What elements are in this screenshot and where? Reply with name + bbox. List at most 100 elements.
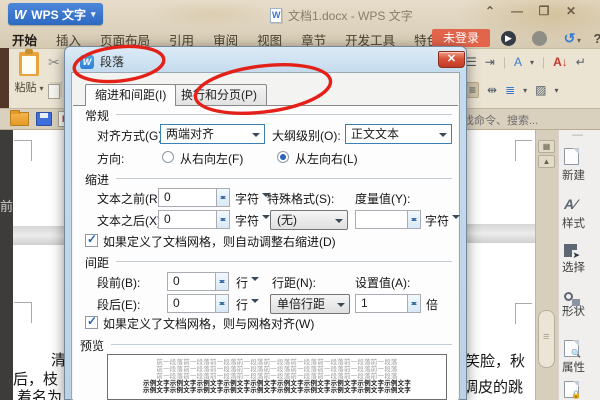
justify-icon[interactable]: ≡ [466, 82, 480, 98]
styles-icon: A⁄ [564, 196, 577, 212]
undo-skin-icon[interactable]: ↺ [562, 31, 577, 46]
set-value-unit: 倍 [426, 298, 439, 312]
sidebar-item-shapes[interactable]: 形状 [562, 292, 600, 319]
indent-after-unit[interactable]: 字符 [235, 212, 270, 229]
distribute-icon[interactable]: ⇹ [487, 83, 497, 97]
spinner-buttons[interactable] [407, 295, 420, 312]
measure-label: 度量值(Y): [355, 192, 411, 206]
measure-unit[interactable]: 字符 [425, 212, 460, 229]
tab-home[interactable]: 开始 [10, 29, 39, 50]
snap-to-grid-label[interactable]: 如果定义了文档网格，则与网格对齐(W) [103, 315, 314, 332]
indent-before-unit[interactable]: 字符 [235, 190, 270, 207]
ltr-radio-label[interactable]: 从左向右(L) [295, 150, 358, 167]
help-icon[interactable]: ? [590, 31, 600, 46]
group-divider [116, 261, 452, 262]
line-spacing-icon[interactable]: ≣ [505, 83, 515, 97]
group-label-spacing: 间距 [85, 256, 110, 270]
body-text-line: 笑脸，秋 [465, 354, 526, 370]
margin-corner-mark [515, 140, 532, 161]
cut-icon[interactable]: ✂ [48, 54, 60, 71]
restrict-icon: 🔒 [564, 381, 581, 399]
space-before-unit[interactable]: 行 [236, 274, 259, 291]
special-format-dropdown[interactable]: (无) [270, 210, 348, 230]
tab-indents-and-spacing[interactable]: 缩进和间距(I) [85, 84, 177, 106]
wps-dialog-icon: W [80, 54, 94, 69]
spinner-buttons[interactable] [216, 189, 229, 206]
spinner-buttons[interactable] [215, 295, 228, 312]
spinner-buttons[interactable] [216, 211, 229, 228]
outline-level-dropdown[interactable]: 正文文本 [345, 124, 452, 144]
indent-after-input[interactable]: 0 [158, 210, 230, 229]
set-value-label: 设置值(A): [355, 276, 411, 290]
chevron-down-icon [337, 303, 345, 311]
open-folder-icon[interactable] [10, 110, 29, 126]
login-button[interactable]: 未登录 [432, 29, 490, 47]
select-icon [564, 244, 580, 261]
sidebar-item-properties[interactable]: 🔍 属性 [562, 340, 600, 375]
chevron-down-icon [252, 133, 260, 141]
list-icon[interactable]: ☰ [466, 55, 477, 69]
space-after-input[interactable]: 0 [167, 294, 229, 313]
copy-icon[interactable] [48, 84, 60, 99]
group-divider [111, 344, 452, 345]
paste-button[interactable]: 粘贴 ▾ [12, 49, 46, 106]
collapse-ribbon-icon[interactable]: ⌃ [481, 4, 499, 18]
indent-icon[interactable]: ⇥ [485, 55, 495, 69]
document-title: W 文档1.docx - WPS 文字 [270, 8, 413, 23]
command-search-input[interactable]: 找命令、搜索... [463, 112, 538, 128]
chevron-down-icon: ▾ [39, 84, 44, 93]
spinner-buttons[interactable] [215, 273, 228, 290]
paragraph-tools-row1: ☰ ⇥ | A ▾ | A↓ ↵ [466, 55, 586, 69]
snap-to-grid-checkbox[interactable]: ✓ [85, 314, 98, 329]
preview-line: 前一段落前一段落前一段落前一段落前一段落前一段落前一段落前一段落前一段落 [156, 373, 398, 380]
space-before-label: 段前(B): [97, 276, 141, 290]
space-before-input[interactable]: 0 [167, 272, 229, 291]
tab-line-and-page-breaks[interactable]: 换行和分页(P) [171, 84, 267, 105]
line-spacing-dropdown[interactable]: 单倍行距 [270, 294, 350, 314]
margin-corner-mark [515, 303, 532, 324]
auto-adjust-indent-checkbox[interactable]: ✓ [85, 232, 98, 247]
sidebar-item-restrict[interactable]: 🔒 限制 [562, 381, 600, 400]
spinner-buttons[interactable] [407, 211, 420, 228]
sort-icon[interactable]: A↓ [553, 55, 568, 69]
wallpaper-decor [150, 0, 270, 28]
clipped-glyph: 前 [0, 199, 14, 214]
wps-app-button[interactable]: W WPS 文字 ▾ [8, 3, 104, 25]
group-label-preview: 预览 [80, 339, 105, 353]
preview-box: 前一段落前一段落前一段落前一段落前一段落前一段落前一段落前一段落前一段落 前一段… [107, 354, 447, 400]
app-name: WPS 文字 [31, 7, 86, 22]
sidebar-item-select[interactable]: 选择 [562, 244, 600, 275]
outline-level-label: 大纲级别(O): [272, 129, 341, 143]
indent-before-input[interactable]: 0 [158, 188, 230, 207]
group-label-indent: 缩进 [85, 173, 110, 187]
dialog-close-button[interactable]: ✕ [438, 51, 465, 68]
save-icon[interactable] [36, 112, 52, 126]
minimize-icon[interactable]: — [508, 4, 526, 18]
auto-adjust-indent-label[interactable]: 如果定义了文档网格，则自动调整右缩进(D) [103, 233, 336, 250]
paragraph-mark-icon[interactable]: ↵ [576, 55, 586, 69]
ltr-radio[interactable] [277, 151, 289, 163]
read-mode-icon[interactable]: ▦ [538, 140, 555, 153]
wps-logo-icon: W [14, 6, 27, 22]
play-icon[interactable]: ▶ [501, 31, 516, 46]
rtl-radio-label[interactable]: 从右向左(F) [180, 150, 243, 167]
scrollbar-thumb[interactable] [538, 310, 555, 368]
rtl-radio[interactable] [162, 151, 174, 163]
preview-line: 前一段落前一段落前一段落前一段落前一段落前一段落前一段落前一段落前一段落 [156, 366, 398, 373]
status-circle-icon[interactable] [532, 31, 547, 46]
close-icon[interactable]: ✕ [562, 4, 580, 18]
scroll-up-icon[interactable]: ▲ [538, 155, 555, 168]
alignment-dropdown[interactable]: 两端对齐 [160, 124, 265, 144]
page-gap-left [13, 226, 71, 245]
measure-input[interactable] [355, 210, 421, 229]
sidebar-item-styles[interactable]: A⁄ 样式 [562, 196, 600, 231]
clipboard-icon [19, 49, 39, 76]
panel-handle[interactable]: — [572, 129, 583, 141]
sidebar-item-new[interactable]: 新建 [562, 148, 600, 183]
space-after-unit[interactable]: 行 [236, 296, 259, 313]
maximize-icon[interactable]: ❐ [535, 4, 553, 18]
set-value-input[interactable]: 1 [355, 294, 421, 313]
shading-icon[interactable]: ▨ [535, 83, 546, 97]
chevron-down-icon [439, 133, 447, 141]
grow-font-icon[interactable]: A [514, 55, 522, 69]
